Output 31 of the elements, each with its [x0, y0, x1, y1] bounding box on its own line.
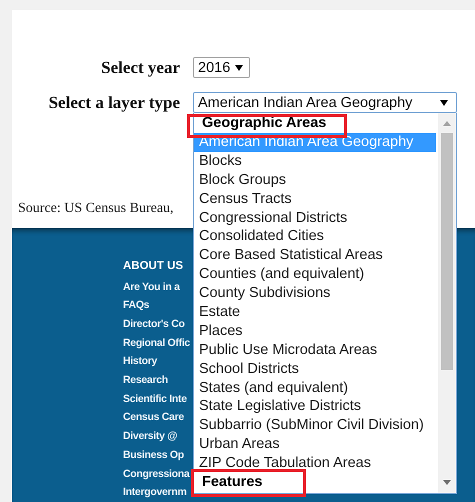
year-select[interactable]: 2016 — [193, 57, 250, 78]
layer-select[interactable]: American Indian Area Geography — [193, 92, 457, 113]
dropdown-option[interactable]: Block Groups — [194, 170, 438, 190]
dropdown-option[interactable]: Estate — [194, 303, 438, 322]
dropdown-option[interactable]: Consolidated Cities — [194, 227, 438, 246]
scroll-thumb[interactable] — [441, 133, 453, 370]
dropdown-option[interactable]: Congressional Districts — [194, 208, 438, 228]
dropdown-option[interactable]: ZIP Code Tabulation Areas — [194, 454, 438, 474]
scrollbar[interactable] — [438, 113, 456, 493]
dropdown-option[interactable]: County Subdivisions — [194, 284, 438, 304]
field-label: Select year — [100, 58, 180, 78]
dropdown-option[interactable]: Places — [194, 322, 438, 341]
dropdown-option[interactable]: State Legislative Districts — [194, 397, 438, 416]
scroll-down-icon[interactable] — [443, 480, 451, 485]
dropdown-option[interactable]: Urban Areas — [194, 435, 438, 454]
dropdown-option[interactable]: Subbarrio (SubMinor Civil Division) — [194, 416, 438, 436]
group-header: Features — [194, 473, 438, 492]
caret-icon — [440, 100, 448, 106]
dropdown-option[interactable]: Counties (and equivalent) — [194, 265, 438, 284]
scroll-up-icon[interactable] — [443, 121, 451, 126]
dropdown-option[interactable]: Public Use Microdata Areas — [194, 340, 438, 360]
dropdown-option[interactable]: Census Tracts — [194, 190, 438, 209]
dropdown-option[interactable]: States (and equivalent) — [194, 378, 438, 398]
dropdown-option[interactable]: Core Based Statistical Areas — [194, 246, 438, 266]
caret-icon — [235, 64, 244, 70]
dropdown-option[interactable]: Blocks — [194, 152, 438, 171]
source-text: Source: US Census Bureau, — [18, 201, 174, 217]
group-header: Geographic Areas — [194, 114, 438, 133]
footer-heading: ABOUT US — [123, 260, 184, 272]
dropdown-option[interactable]: School Districts — [194, 360, 438, 379]
field-label: Select a layer type — [48, 92, 180, 112]
